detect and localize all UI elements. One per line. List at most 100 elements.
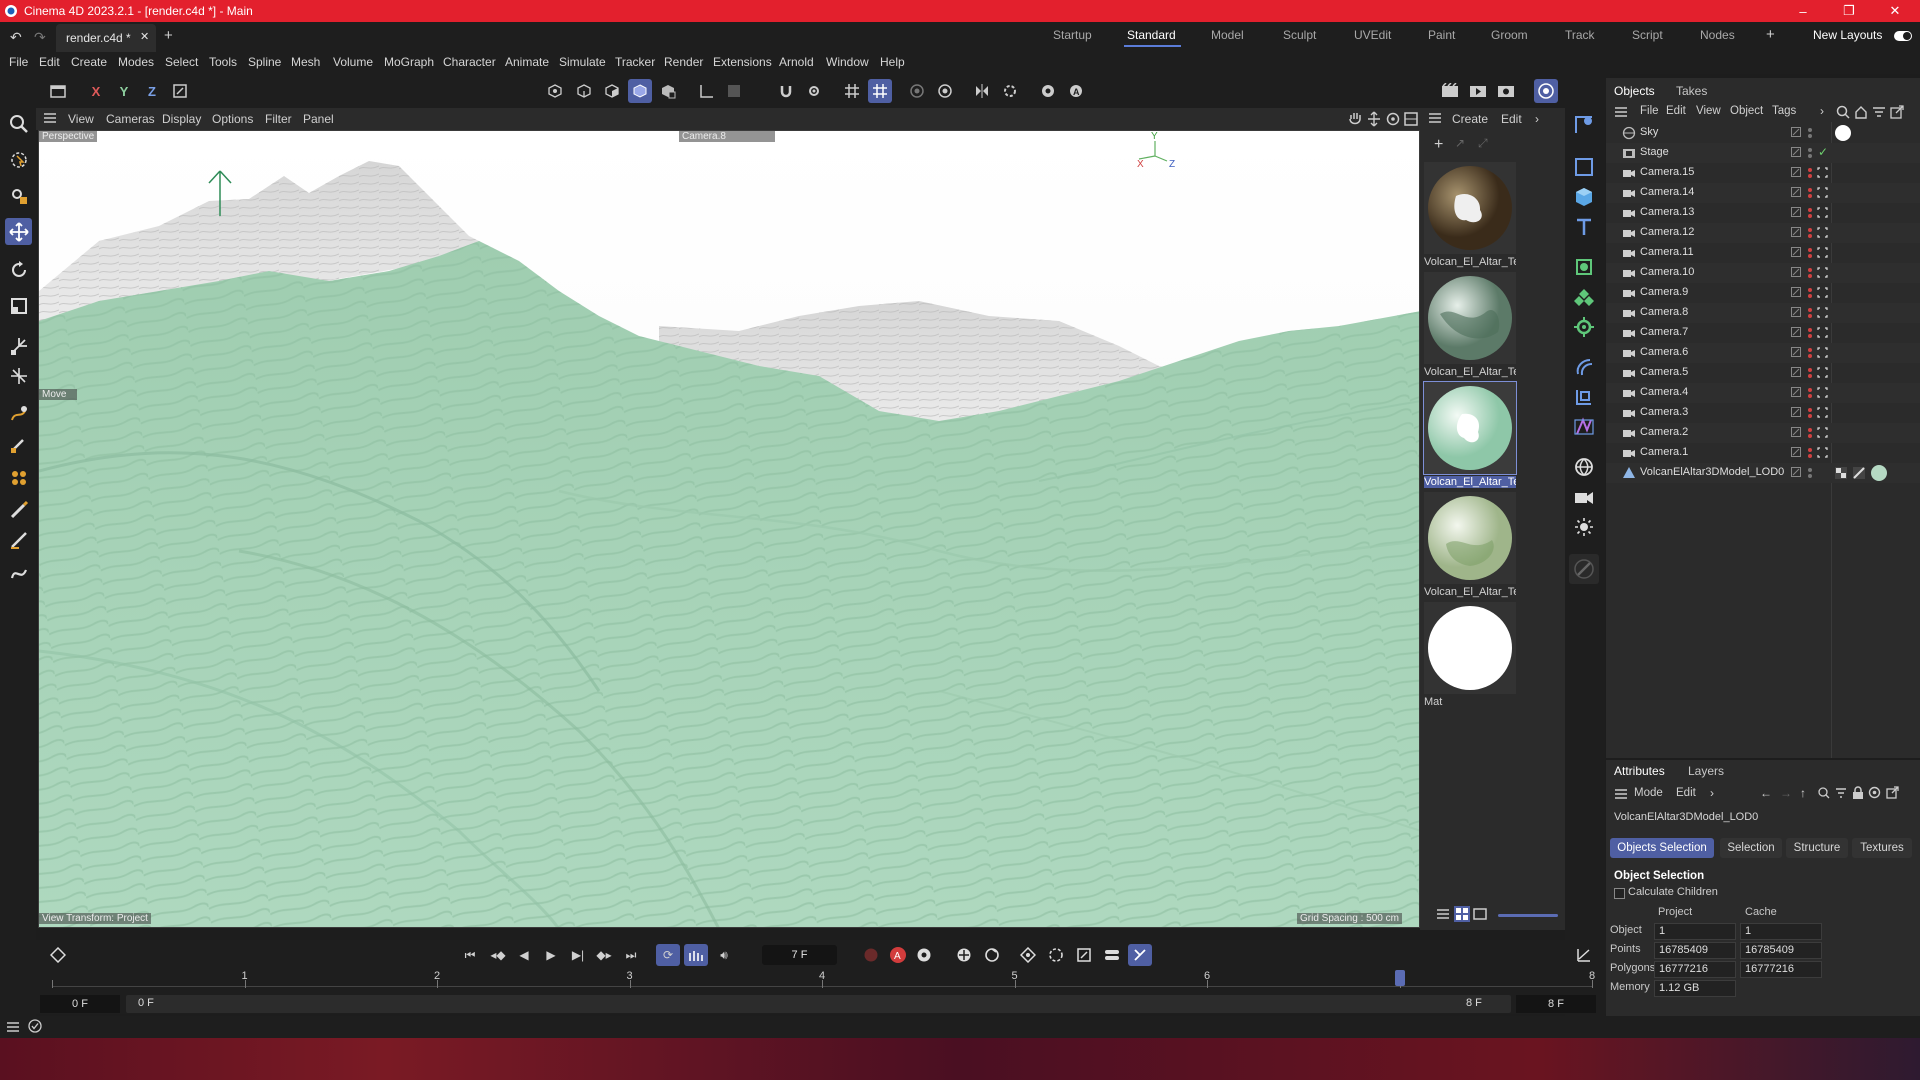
tab-objects[interactable]: Objects — [1614, 80, 1655, 102]
object-menu-object[interactable]: Object — [1730, 105, 1763, 117]
protection-tag-icon[interactable] — [1817, 207, 1828, 218]
filter-icon[interactable] — [1835, 787, 1847, 799]
protection-tag-icon[interactable] — [1817, 287, 1828, 298]
protection-tag-icon[interactable] — [1817, 247, 1828, 258]
object-menu-icon[interactable] — [1614, 106, 1628, 118]
protection-tag-icon[interactable] — [1817, 227, 1828, 238]
symmetry-icon[interactable] — [970, 79, 994, 103]
object-row[interactable]: Camera.13 — [1606, 203, 1920, 223]
visibility-dots-icon[interactable] — [1807, 446, 1813, 460]
object-row[interactable]: Camera.7 — [1606, 323, 1920, 343]
object-row[interactable]: Stage ✓ — [1606, 143, 1920, 163]
light-object-icon[interactable] — [1569, 512, 1599, 542]
keyframe-selection-icon[interactable] — [912, 944, 936, 966]
new-window-icon[interactable] — [1886, 786, 1899, 799]
add-material-icon[interactable]: + — [1434, 136, 1443, 154]
visibility-dots-icon[interactable] — [1807, 146, 1813, 160]
object-row[interactable]: Camera.4 — [1606, 383, 1920, 403]
scale-tool-icon[interactable] — [5, 292, 32, 319]
document-tab[interactable]: render.c4d * ✕ — [56, 24, 156, 52]
go-to-end-icon[interactable]: ⏭ — [619, 944, 643, 966]
transform-tool-icon[interactable] — [5, 332, 32, 359]
sky-material-tag-icon[interactable] — [1834, 124, 1852, 142]
viewport-menu-display[interactable]: Display — [162, 112, 201, 126]
add-layout-icon[interactable]: + — [1766, 26, 1775, 43]
search-icon[interactable] — [1818, 787, 1830, 799]
axis-y-button[interactable]: Y — [112, 79, 136, 103]
plane-object-icon[interactable] — [1569, 152, 1599, 182]
edit-tag-icon[interactable] — [1791, 427, 1801, 437]
previous-frame-icon[interactable]: ◀ — [512, 944, 536, 966]
protection-tag-icon[interactable] — [1817, 407, 1828, 418]
graph-view-icon[interactable] — [1572, 944, 1596, 966]
cube-object-icon[interactable] — [1569, 182, 1599, 212]
position-key-icon[interactable] — [952, 944, 976, 966]
edit-tag-icon[interactable] — [1791, 367, 1801, 377]
param-key-icon[interactable] — [1044, 944, 1068, 966]
subtab-structure[interactable]: Structure — [1786, 838, 1848, 858]
layout-tab-uvedit[interactable]: UVEdit — [1354, 28, 1391, 42]
play-icon[interactable]: ▶ — [539, 944, 563, 966]
visibility-dots-icon[interactable] — [1807, 426, 1813, 440]
selection-settings-icon[interactable] — [5, 182, 32, 209]
object-menu-file[interactable]: File — [1640, 105, 1659, 117]
menu-volume[interactable]: Volume — [333, 55, 373, 69]
edit-render-settings-icon[interactable] — [1494, 79, 1518, 103]
cloner-icon[interactable] — [1569, 282, 1599, 312]
menu-mesh[interactable]: Mesh — [291, 55, 320, 69]
tab-attributes[interactable]: Attributes — [1614, 764, 1665, 778]
protection-tag-icon[interactable] — [1817, 387, 1828, 398]
object-row[interactable]: Camera.9 — [1606, 283, 1920, 303]
close-button[interactable]: ✕ — [1872, 0, 1918, 22]
edit-tag-icon[interactable] — [1791, 207, 1801, 217]
menu-select[interactable]: Select — [165, 55, 198, 69]
bend-deformer-icon[interactable] — [1569, 352, 1599, 382]
visibility-dots-icon[interactable] — [1807, 126, 1813, 140]
placement-tool-icon[interactable] — [5, 362, 32, 389]
menu-modes[interactable]: Modes — [118, 55, 154, 69]
sound-icon[interactable]: 🔊︎ — [712, 944, 736, 966]
menu-character[interactable]: Character — [443, 55, 496, 69]
edit-tag-icon[interactable] — [1791, 387, 1801, 397]
timeline-toggle-icon[interactable] — [1100, 944, 1124, 966]
null-object-icon[interactable] — [1569, 110, 1599, 140]
chevron-right-icon[interactable]: › — [1820, 104, 1824, 118]
protection-tag-icon[interactable] — [1817, 267, 1828, 278]
object-row[interactable]: Camera.5 — [1606, 363, 1920, 383]
edit-tag-icon[interactable] — [1791, 307, 1801, 317]
polygons-mode-icon[interactable] — [600, 79, 624, 103]
edit-tag-icon[interactable] — [1791, 327, 1801, 337]
arnold-icon[interactable]: A — [1064, 79, 1088, 103]
menu-render[interactable]: Render — [664, 55, 703, 69]
protection-tag-icon[interactable] — [1817, 367, 1828, 378]
render-to-picture-viewer-icon[interactable] — [1466, 79, 1490, 103]
visibility-dots-icon[interactable] — [1807, 326, 1813, 340]
spline-pen-icon[interactable] — [5, 400, 32, 427]
visibility-dots-icon[interactable] — [1807, 406, 1813, 420]
new-tab-icon[interactable]: + — [164, 27, 173, 44]
spline-sketch-icon[interactable] — [5, 430, 32, 457]
attribute-menu-mode[interactable]: Mode — [1634, 787, 1663, 799]
dolly-icon[interactable] — [1367, 111, 1381, 127]
new-layouts-toggle[interactable] — [1894, 31, 1912, 41]
layout-tab-model[interactable]: Model — [1211, 28, 1244, 42]
home-icon[interactable] — [1854, 105, 1868, 119]
edit-tag-icon[interactable] — [1791, 187, 1801, 197]
environment-icon[interactable] — [1569, 452, 1599, 482]
minimize-button[interactable]: – — [1780, 0, 1826, 22]
object-menu-view[interactable]: View — [1696, 105, 1721, 117]
visibility-dots-icon[interactable] — [1807, 186, 1813, 200]
snap-settings-icon[interactable] — [802, 79, 826, 103]
hamburger-menu-icon[interactable] — [43, 112, 57, 124]
menu-help[interactable]: Help — [880, 55, 905, 69]
layout-tab-standard[interactable]: Standard — [1127, 28, 1176, 42]
menu-window[interactable]: Window — [826, 55, 869, 69]
viewport-menu-filter[interactable]: Filter — [265, 112, 292, 126]
menu-tools[interactable]: Tools — [209, 55, 237, 69]
object-row[interactable]: Camera.2 — [1606, 423, 1920, 443]
up-arrow-icon[interactable]: ↑ — [1800, 786, 1806, 800]
object-row[interactable]: Camera.15 — [1606, 163, 1920, 183]
field-icon[interactable] — [1569, 382, 1599, 412]
magnet-sculpt-icon[interactable] — [5, 560, 32, 587]
timeline-ruler[interactable]: 12345678 — [36, 970, 1606, 994]
